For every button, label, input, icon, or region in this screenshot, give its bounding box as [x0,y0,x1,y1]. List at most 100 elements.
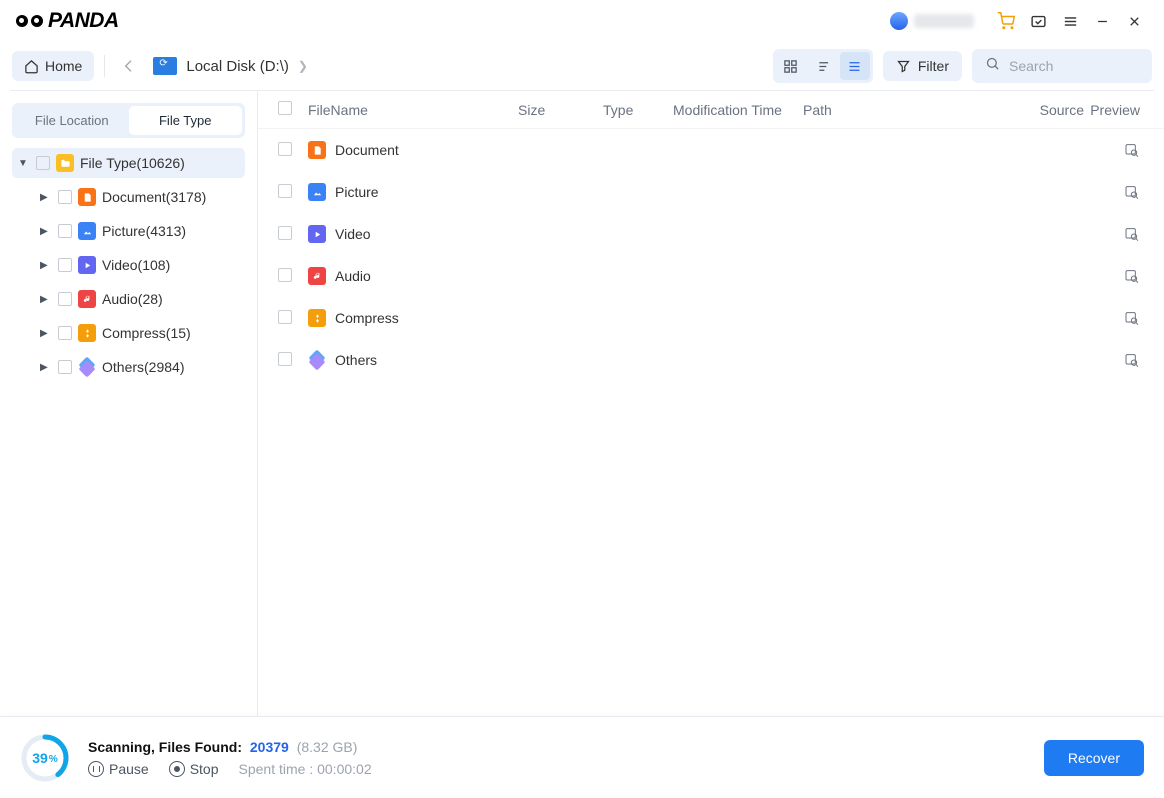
table-row[interactable]: Picture [258,171,1164,213]
tree: ▼ File Type(10626) ▶ Document(3178) ▶ Pictu… [12,148,245,382]
spent-time: Spent time : 00:00:02 [239,761,372,777]
preview-button[interactable] [1120,222,1144,246]
filter-button[interactable]: Filter [883,51,962,81]
back-button[interactable] [115,52,143,80]
cart-icon[interactable] [990,5,1022,37]
chevron-right-icon: ❯ [298,59,308,73]
tree-node[interactable]: ▶Audio(28) [34,284,245,314]
pic-icon [308,183,326,201]
col-size[interactable]: Size [518,102,603,118]
column-headers: FileName Size Type Modification Time Pat… [258,91,1164,129]
preview-button[interactable] [1120,138,1144,162]
tree-root-checkbox[interactable] [36,156,50,170]
pause-button[interactable]: Pause [88,761,149,777]
preview-button[interactable] [1120,264,1144,288]
row-label: Picture [335,184,379,200]
col-type[interactable]: Type [603,102,673,118]
chevron-right-icon[interactable]: ▶ [40,260,52,271]
row-checkbox[interactable] [278,310,292,324]
breadcrumb[interactable]: Local Disk (D:\) ❯ [153,57,308,75]
recover-button[interactable]: Recover [1044,740,1144,776]
search-box[interactable] [972,49,1152,83]
row-label: Others [335,352,377,368]
tree-node-checkbox[interactable] [58,360,72,374]
other-icon [78,358,96,376]
col-source[interactable]: Source [1024,102,1084,118]
view-mode-group [773,49,873,83]
tree-node-label: Others(2984) [102,359,184,375]
tree-node[interactable]: ▶ Others(2984) [34,352,245,382]
comp-icon [308,309,326,327]
chevron-right-icon[interactable]: ▶ [40,328,52,339]
view-list-button[interactable] [840,52,870,80]
table-row[interactable]: Audio [258,255,1164,297]
row-checkbox[interactable] [278,142,292,156]
scan-status: Scanning, Files Found: 20379 (8.32 GB) P… [88,739,372,777]
stop-button[interactable]: Stop [169,761,219,777]
sidebar: File Location File Type ▼ File Type(1062… [0,91,258,716]
tree-node[interactable]: ▶ Compress(15) [34,318,245,348]
tree-node-label: Compress(15) [102,325,191,341]
tab-file-type[interactable]: File Type [129,106,243,135]
table-row[interactable]: Others [258,339,1164,381]
divider [104,55,105,77]
col-filename[interactable]: FileName [308,102,518,118]
close-icon[interactable] [1118,5,1150,37]
chevron-right-icon[interactable]: ▶ [40,192,52,203]
preview-button[interactable] [1120,348,1144,372]
row-checkbox[interactable] [278,184,292,198]
inbox-icon[interactable] [1022,5,1054,37]
content: FileName Size Type Modification Time Pat… [258,91,1164,716]
tree-node-label: Picture(4313) [102,223,186,239]
view-grid-button[interactable] [776,52,806,80]
chevron-right-icon[interactable]: ▶ [40,294,52,305]
vid-icon [308,225,326,243]
tree-node[interactable]: ▶Video(108) [34,250,245,280]
row-label: Compress [335,310,399,326]
col-modification[interactable]: Modification Time [673,102,803,118]
tree-node-checkbox[interactable] [58,258,72,272]
col-path[interactable]: Path [803,102,1024,118]
tab-file-location[interactable]: File Location [15,106,129,135]
chevron-right-icon[interactable]: ▶ [40,226,52,237]
tree-node[interactable]: ▶ Picture(4313) [34,216,245,246]
vid-icon [78,256,96,274]
avatar-icon [890,12,908,30]
row-checkbox[interactable] [278,352,292,366]
doc-icon [308,141,326,159]
aud-icon [78,290,96,308]
chevron-right-icon[interactable]: ▶ [40,362,52,373]
tree-node[interactable]: ▶ Document(3178) [34,182,245,212]
minimize-icon[interactable] [1086,5,1118,37]
view-detail-button[interactable] [808,52,838,80]
tree-node-label: Document(3178) [102,189,206,205]
tree-node-checkbox[interactable] [58,190,72,204]
menu-icon[interactable] [1054,5,1086,37]
preview-button[interactable] [1120,180,1144,204]
user-id-blurred [914,14,974,28]
other-icon [308,351,326,369]
disk-icon [153,57,177,75]
table-row[interactable]: Compress [258,297,1164,339]
row-checkbox[interactable] [278,268,292,282]
table-row[interactable]: Video [258,213,1164,255]
chevron-down-icon[interactable]: ▼ [18,158,30,169]
tree-root[interactable]: ▼ File Type(10626) [12,148,245,178]
table-row[interactable]: Document [258,129,1164,171]
tree-node-checkbox[interactable] [58,224,72,238]
select-all-checkbox[interactable] [278,101,292,115]
files-size: (8.32 GB) [297,739,358,755]
footer: 39% Scanning, Files Found: 20379 (8.32 G… [0,716,1164,798]
home-button[interactable]: Home [12,51,94,81]
tree-node-checkbox[interactable] [58,326,72,340]
sidebar-tabs: File Location File Type [12,103,245,138]
row-checkbox[interactable] [278,226,292,240]
tree-node-checkbox[interactable] [58,292,72,306]
pic-icon [78,222,96,240]
toolbar: Home Local Disk (D:\) ❯ Filter [0,42,1164,90]
col-preview[interactable]: Preview [1084,102,1144,118]
user-info[interactable] [890,12,974,30]
breadcrumb-label: Local Disk (D:\) [186,58,289,75]
preview-button[interactable] [1120,306,1144,330]
search-input[interactable] [1009,58,1139,74]
